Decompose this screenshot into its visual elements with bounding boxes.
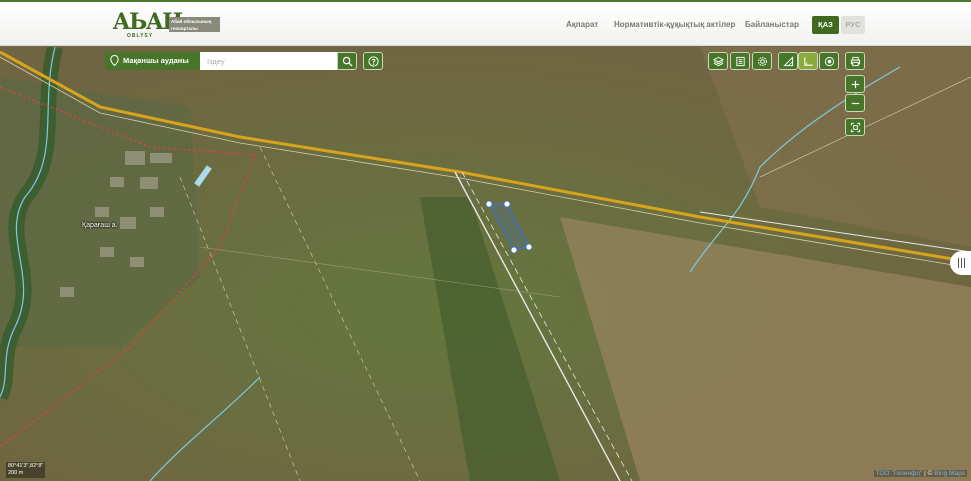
- map-canvas[interactable]: [0, 47, 971, 481]
- side-panel-handle[interactable]: [950, 251, 971, 275]
- place-label: Қарағаш а.: [82, 222, 118, 229]
- nav-contacts[interactable]: Байланыстар: [745, 20, 799, 29]
- logo[interactable]: AЬAH OBLYSY Абай облысының геопорталы: [113, 11, 223, 41]
- help-icon: [367, 55, 379, 67]
- help-button[interactable]: [363, 52, 383, 70]
- cursor-coordinates: 80°41'3",82°8": [8, 463, 44, 469]
- measure-area-icon: [782, 55, 793, 66]
- logo-subtitle: OBLYSY: [127, 33, 154, 39]
- location-button[interactable]: [819, 52, 839, 70]
- settings-button[interactable]: [752, 52, 772, 70]
- search-button[interactable]: [337, 52, 357, 70]
- zoom-out-button[interactable]: [845, 94, 865, 112]
- settings-icon: [757, 56, 767, 66]
- lang-ru-button[interactable]: РУС: [841, 16, 865, 34]
- attribution-provider-link[interactable]: ТОО "Геоинфо": [876, 470, 923, 477]
- legend-button[interactable]: [730, 52, 750, 70]
- scale-bar: 80°41'3",82°8" 200 m: [6, 462, 46, 478]
- print-icon: [850, 56, 860, 66]
- search-input[interactable]: [200, 52, 337, 70]
- measure-angle-button[interactable]: [798, 52, 818, 70]
- measure-angle-icon: [803, 56, 813, 66]
- nav-info[interactable]: Ақпарат: [566, 20, 598, 29]
- measure-area-button[interactable]: [778, 52, 798, 70]
- zoom-in-button[interactable]: [845, 75, 865, 93]
- app-header: AЬAH OBLYSY Абай облысының геопорталы Ақ…: [0, 0, 971, 46]
- layers-button[interactable]: [708, 52, 728, 70]
- extent-icon: [850, 122, 860, 132]
- attribution-bing-link[interactable]: Bing Maps: [934, 470, 965, 477]
- nav-legal-acts[interactable]: Нормативтік-құқықтық актілер: [614, 20, 735, 29]
- district-label: Мақаншы ауданы: [123, 56, 189, 65]
- full-extent-button[interactable]: [845, 118, 865, 136]
- location-pin-icon: [110, 54, 119, 73]
- scale-distance: 200 m: [8, 470, 24, 476]
- zoom-out-icon: [851, 102, 859, 104]
- search-icon: [342, 56, 353, 67]
- list-icon: [735, 56, 745, 66]
- lang-kz-button[interactable]: ҚАЗ: [812, 16, 839, 34]
- layers-icon: [712, 56, 724, 66]
- attribution: ТОО "Геоинфо" | © Bing Maps: [873, 470, 967, 477]
- attribution-separator: | ©: [922, 470, 935, 477]
- location-icon: [824, 56, 834, 66]
- print-button[interactable]: [845, 52, 865, 70]
- satellite-imagery: [0, 47, 971, 481]
- zoom-in-icon: [851, 80, 859, 88]
- district-selector[interactable]: Мақаншы ауданы: [105, 52, 200, 70]
- logo-tagline: Абай облысының геопорталы: [169, 17, 220, 32]
